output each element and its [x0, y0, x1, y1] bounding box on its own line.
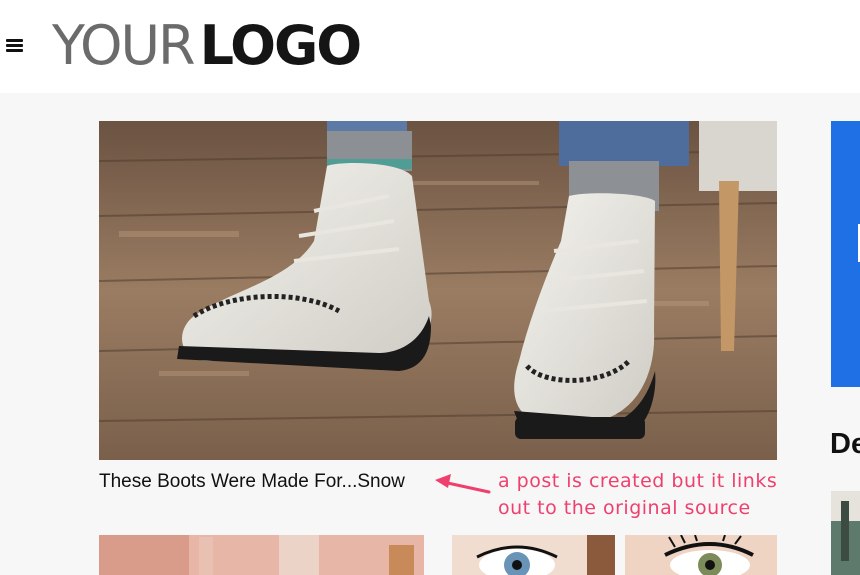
hamburger-menu-icon[interactable]	[6, 39, 23, 53]
annotation-line-1: a post is created but it links	[498, 470, 778, 492]
post-thumbnail[interactable]	[625, 535, 777, 575]
sidebar-promo-block[interactable]	[831, 121, 860, 387]
logo-text-bold: LOGO	[199, 14, 363, 77]
annotation-note: a post is created but it links out to th…	[498, 468, 777, 522]
arrow-left-icon	[435, 474, 491, 494]
post-thumbnail[interactable]	[452, 535, 615, 575]
sidebar-heading: De	[830, 428, 860, 460]
annotation-line-2: out to the original source	[498, 497, 751, 519]
site-logo[interactable]: YOUR LOGO	[52, 14, 363, 78]
sidebar-thumbnail[interactable]	[831, 491, 860, 575]
logo-text-light: YOUR	[52, 14, 196, 77]
featured-post-image[interactable]	[99, 121, 777, 460]
site-header: YOUR LOGO	[0, 0, 860, 93]
post-thumbnail[interactable]	[99, 535, 424, 575]
featured-post-title[interactable]: These Boots Were Made For...Snow	[99, 471, 405, 493]
